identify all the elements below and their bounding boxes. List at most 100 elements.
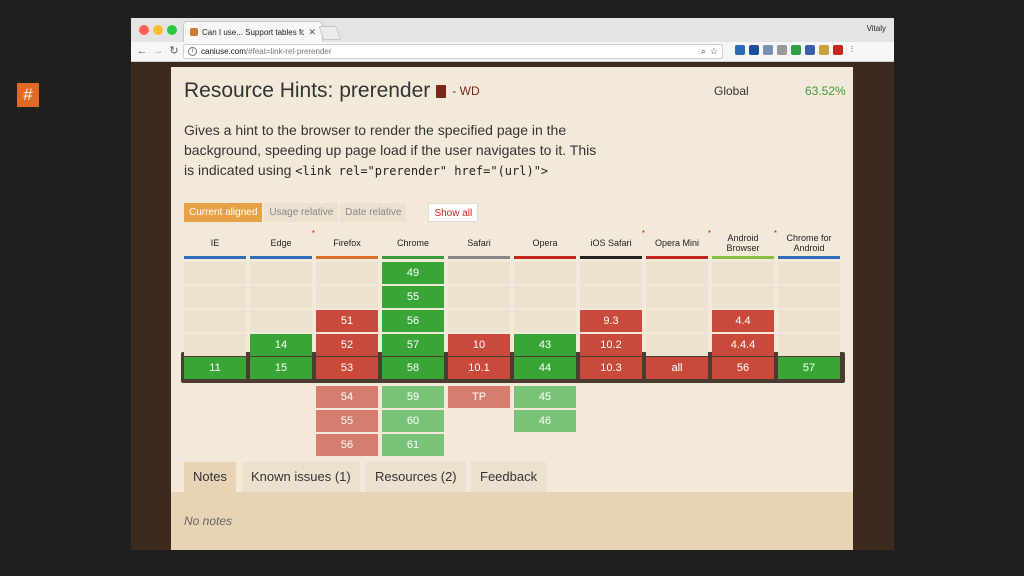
bookmark-star-icon[interactable]: ☆: [710, 46, 718, 57]
version-cell[interactable]: 10.2: [580, 334, 642, 356]
tab-known-issues[interactable]: Known issues (1): [242, 462, 360, 492]
extension-resize-icon[interactable]: [763, 45, 773, 55]
version-cell[interactable]: [250, 262, 312, 284]
profile-name[interactable]: Vitaly: [867, 24, 886, 33]
version-cell[interactable]: [184, 286, 246, 308]
version-cell[interactable]: [778, 262, 840, 284]
version-cell[interactable]: 46: [514, 410, 576, 432]
version-cell[interactable]: [646, 334, 708, 356]
version-cell[interactable]: all: [646, 357, 708, 379]
version-cell[interactable]: TP: [448, 386, 510, 408]
tab-close-icon[interactable]: ✕: [308, 27, 316, 38]
extension-record-icon[interactable]: [791, 45, 801, 55]
version-cell[interactable]: 58: [382, 357, 444, 379]
version-cell[interactable]: [184, 334, 246, 356]
version-cell[interactable]: [448, 262, 510, 284]
browser-header[interactable]: iOS Safari *: [580, 229, 645, 259]
version-cell[interactable]: 4.4: [712, 310, 774, 332]
extension-g-icon[interactable]: [833, 45, 843, 55]
extension-info-icon[interactable]: [749, 45, 759, 55]
version-cell[interactable]: [448, 286, 510, 308]
version-cell[interactable]: 10.1: [448, 357, 510, 379]
version-cell[interactable]: 10.3: [580, 357, 642, 379]
browser-header[interactable]: Opera: [514, 229, 576, 259]
version-cell[interactable]: 54: [316, 386, 378, 408]
version-cell[interactable]: 57: [778, 357, 840, 379]
version-cell[interactable]: 55: [382, 286, 444, 308]
browser-header[interactable]: IE: [184, 229, 246, 259]
version-cell[interactable]: 56: [712, 357, 774, 379]
browser-header[interactable]: Android Browser *: [712, 229, 777, 259]
version-cell[interactable]: 49: [382, 262, 444, 284]
browser-header[interactable]: Edge *: [250, 229, 315, 259]
tab-resources[interactable]: Resources (2): [366, 462, 466, 492]
version-cell[interactable]: 15: [250, 357, 312, 379]
browser-header[interactable]: Safari: [448, 229, 510, 259]
browser-tab[interactable]: Can I use... Support tables fo ✕: [183, 21, 323, 42]
version-cell[interactable]: [778, 310, 840, 332]
spec-document-icon[interactable]: [436, 84, 447, 98]
extension-camera-icon[interactable]: [777, 45, 787, 55]
version-cell[interactable]: 45: [514, 386, 576, 408]
version-cell[interactable]: [778, 286, 840, 308]
tab-feedback[interactable]: Feedback: [471, 462, 547, 492]
version-cell[interactable]: 57: [382, 334, 444, 356]
current-aligned-filter[interactable]: Current aligned: [184, 203, 263, 222]
new-tab-button[interactable]: [318, 26, 342, 40]
reload-icon[interactable]: ↻: [167, 44, 181, 58]
version-cell[interactable]: 10: [448, 334, 510, 356]
version-cell[interactable]: 4.4.4: [712, 334, 774, 356]
back-icon[interactable]: ←: [135, 44, 149, 58]
version-cell[interactable]: 59: [382, 386, 444, 408]
date-relative-filter[interactable]: Date relative: [340, 203, 407, 222]
version-cell[interactable]: 53: [316, 357, 378, 379]
version-cell[interactable]: [250, 286, 312, 308]
window-minimize-button[interactable]: [153, 25, 163, 35]
info-icon[interactable]: i: [188, 47, 197, 56]
version-cell[interactable]: 14: [250, 334, 312, 356]
version-cell[interactable]: [514, 310, 576, 332]
hash-link-icon[interactable]: #: [17, 83, 39, 107]
zoom-icon[interactable]: ⌕: [701, 46, 706, 57]
extension-v-icon[interactable]: [735, 45, 745, 55]
version-cell[interactable]: [778, 334, 840, 356]
version-cell[interactable]: 44: [514, 357, 576, 379]
version-cell[interactable]: 56: [382, 310, 444, 332]
version-cell[interactable]: [712, 262, 774, 284]
version-cell[interactable]: 55: [316, 410, 378, 432]
extension-bird-icon[interactable]: [819, 45, 829, 55]
usage-relative-filter[interactable]: Usage relative: [264, 203, 339, 222]
version-cell[interactable]: [646, 310, 708, 332]
version-cell[interactable]: 56: [316, 434, 378, 456]
browser-header[interactable]: Opera Mini *: [646, 229, 711, 259]
forward-icon[interactable]: →: [151, 44, 165, 58]
version-cell[interactable]: [580, 262, 642, 284]
version-cell[interactable]: [580, 286, 642, 308]
version-cell[interactable]: [250, 310, 312, 332]
version-cell[interactable]: 11: [184, 357, 246, 379]
version-cell[interactable]: [514, 262, 576, 284]
version-cell[interactable]: [448, 310, 510, 332]
address-bar[interactable]: i caniuse.com/#feat=link-rel-prerender ⌕…: [183, 44, 723, 59]
version-cell[interactable]: 52: [316, 334, 378, 356]
version-cell[interactable]: [646, 286, 708, 308]
browser-header[interactable]: Chrome: [382, 229, 444, 259]
browser-header[interactable]: Firefox: [316, 229, 378, 259]
extension-download-icon[interactable]: [805, 45, 815, 55]
menu-dots-icon[interactable]: ⋮: [847, 45, 857, 55]
version-cell[interactable]: [316, 262, 378, 284]
version-cell[interactable]: 61: [382, 434, 444, 456]
version-cell[interactable]: [514, 286, 576, 308]
version-cell[interactable]: [316, 286, 378, 308]
version-cell[interactable]: [184, 310, 246, 332]
show-all-button[interactable]: Show all: [428, 203, 479, 222]
version-cell[interactable]: 43: [514, 334, 576, 356]
window-maximize-button[interactable]: [167, 25, 177, 35]
version-cell[interactable]: 60: [382, 410, 444, 432]
version-cell[interactable]: [184, 262, 246, 284]
version-cell[interactable]: [712, 286, 774, 308]
spec-status[interactable]: - WD: [452, 84, 479, 98]
version-cell[interactable]: 51: [316, 310, 378, 332]
version-cell[interactable]: 9.3: [580, 310, 642, 332]
window-close-button[interactable]: [139, 25, 149, 35]
